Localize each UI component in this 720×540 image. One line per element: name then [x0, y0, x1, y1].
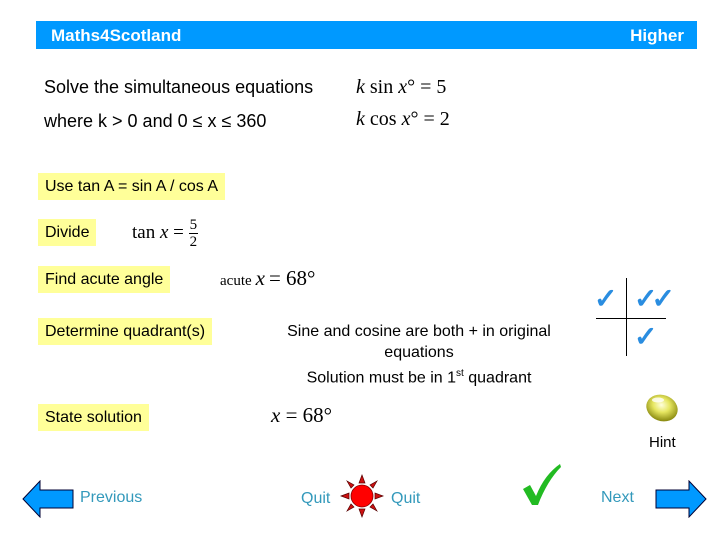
acute-work: acute x = 68°	[220, 266, 315, 291]
header-bar: Maths4Scotland Higher	[36, 21, 697, 49]
explanation-line-1: Sine and cosine are both + in original	[287, 323, 551, 340]
next-link[interactable]: Next	[601, 489, 634, 507]
tick-fourth-quadrant-icon: ✓	[634, 321, 658, 352]
solution-var: x	[271, 403, 281, 427]
eq1-k: k	[356, 76, 365, 98]
eq1-rhs: = 5	[420, 76, 447, 98]
level-label: Higher	[630, 26, 684, 45]
divide-eq: =	[173, 221, 184, 243]
step-use-tan-button[interactable]: Use tan A = sin A / cos A	[38, 173, 225, 200]
explanation-sup: st	[456, 368, 464, 379]
step-acute-angle-button[interactable]: Find acute angle	[38, 266, 171, 293]
quit-sun-icon[interactable]	[340, 474, 384, 518]
question-line-1: Solve the simultaneous equations	[44, 77, 314, 97]
previous-arrow-icon[interactable]	[22, 479, 74, 519]
tick-second-quadrant-icon: ✓	[594, 283, 618, 314]
explanation-line-3-pre: Solution must be in 1	[306, 369, 457, 387]
fraction: 5 2	[188, 217, 199, 250]
equation-2: k cos x° = 2	[356, 108, 450, 131]
step-divide-button[interactable]: Divide	[38, 219, 97, 246]
solution-work: x = 68°	[271, 403, 332, 428]
question-line-2: where k > 0 and 0 ≤ x ≤ 360	[44, 111, 267, 131]
divide-work: tan x = 5 2	[132, 217, 199, 250]
divide-fn: tan	[132, 221, 156, 243]
quadrant-explanation: Sine and cosine are both + in original e…	[249, 321, 589, 388]
hint-label[interactable]: Hint	[649, 434, 676, 451]
explanation-line-3-post: quadrant	[463, 369, 532, 387]
y-axis-line	[626, 278, 627, 356]
eq2-deg: °	[410, 108, 419, 130]
eq1-fn: sin	[369, 76, 394, 98]
eq1-var: x	[398, 76, 408, 98]
step-quadrant-button[interactable]: Determine quadrant(s)	[38, 318, 213, 345]
hint-bulb-icon[interactable]	[644, 392, 680, 424]
divide-var: x	[159, 221, 169, 243]
eq2-k: k	[356, 108, 365, 130]
step-state-solution-button[interactable]: State solution	[38, 404, 149, 431]
next-arrow-icon[interactable]	[655, 479, 707, 519]
site-title: Maths4Scotland	[51, 26, 182, 45]
acute-prefix: acute	[220, 273, 252, 289]
solution-value: = 68°	[285, 403, 333, 427]
green-check-icon[interactable]	[520, 463, 564, 507]
quit-link-left[interactable]: Quit	[301, 490, 330, 508]
explanation-line-3: Solution must be in 1st quadrant	[249, 363, 589, 388]
quadrant-diagram: ✓ ✓✓ ✓	[592, 278, 692, 360]
eq1-deg: °	[407, 76, 416, 98]
acute-value: = 68°	[268, 266, 316, 290]
tick-first-quadrant-icon: ✓✓	[634, 283, 675, 314]
explanation-line-2: equations	[384, 344, 454, 361]
eq2-fn: cos	[369, 108, 397, 130]
acute-var: x	[255, 266, 265, 290]
previous-link[interactable]: Previous	[80, 489, 142, 507]
equation-1: k sin x° = 5	[356, 76, 446, 99]
eq2-rhs: = 2	[423, 108, 450, 130]
quit-link-right[interactable]: Quit	[391, 490, 420, 508]
fraction-numerator: 5	[188, 217, 199, 234]
x-axis-line	[596, 318, 666, 319]
fraction-denominator: 2	[189, 234, 198, 250]
